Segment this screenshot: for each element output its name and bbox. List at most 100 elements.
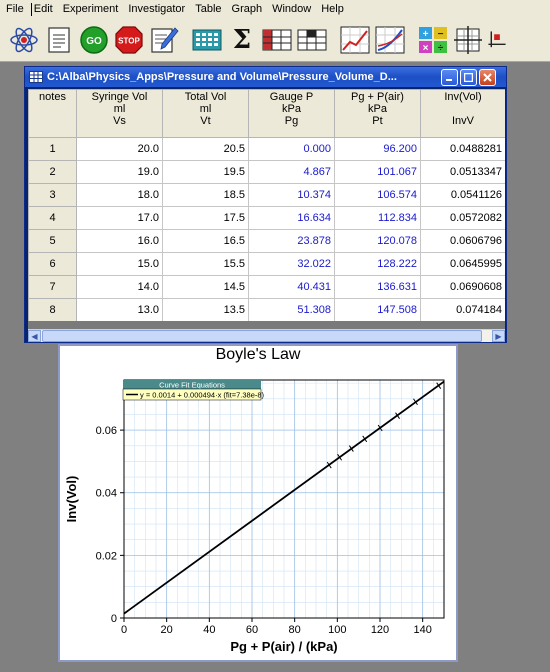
table-columns-icon[interactable] bbox=[261, 24, 293, 56]
cell-gauge-p[interactable]: 0.000 bbox=[248, 137, 335, 161]
cell-syringe-vol[interactable]: 14.0 bbox=[76, 275, 163, 299]
column-header-total-vol[interactable]: Total Vol ml Vt bbox=[162, 89, 249, 138]
line-graph-icon[interactable] bbox=[339, 24, 371, 56]
cell-inv-vol[interactable]: 0.0488281 bbox=[420, 137, 505, 161]
notes-icon[interactable] bbox=[43, 24, 75, 56]
row-number[interactable]: 2 bbox=[28, 160, 77, 184]
menu-help[interactable]: Help bbox=[316, 1, 349, 17]
cell-gauge-p[interactable]: 40.431 bbox=[248, 275, 335, 299]
curve-fit-legend[interactable]: Curve Fit Equations y = 0.0014 + 0.00049… bbox=[122, 380, 265, 401]
graph-window[interactable]: Boyle's Law 0 20 40 60 80 100 120 140 0 0.02 0.04 0… bbox=[58, 344, 458, 662]
column-header-notes[interactable]: notes bbox=[28, 89, 77, 138]
scroll-right-arrow-icon[interactable]: ▶ bbox=[492, 330, 505, 342]
column-header-inv-vol[interactable]: Inv(Vol) InvV bbox=[420, 89, 505, 138]
cell-syringe-vol[interactable]: 16.0 bbox=[76, 229, 163, 253]
cell-total-p[interactable]: 136.631 bbox=[334, 275, 421, 299]
minimize-button[interactable] bbox=[441, 68, 458, 86]
column-name: Inv(Vol) bbox=[444, 91, 482, 103]
axes-icon[interactable] bbox=[487, 24, 507, 56]
scrollbar-thumb[interactable] bbox=[42, 330, 482, 342]
row-number[interactable]: 4 bbox=[28, 206, 77, 230]
column-header-syringe-vol[interactable]: Syringe Vol ml Vs bbox=[76, 89, 163, 138]
svg-text:GO: GO bbox=[86, 36, 102, 47]
close-button[interactable] bbox=[479, 68, 496, 86]
go-button[interactable]: GO bbox=[78, 24, 110, 56]
calculator-grid-icon[interactable]: + − × ÷ bbox=[417, 24, 449, 56]
cell-inv-vol[interactable]: 0.0645995 bbox=[420, 252, 505, 276]
boyles-law-chart[interactable]: 0 20 40 60 80 100 120 140 0 0.02 0.04 0.06 Curve Fi… bbox=[60, 346, 456, 660]
menu-investigator[interactable]: Investigator bbox=[123, 1, 190, 17]
cell-gauge-p[interactable]: 32.022 bbox=[248, 252, 335, 276]
svg-text:×: × bbox=[423, 43, 429, 54]
table-row: 8 13.0 13.5 51.308 147.508 0.074184 bbox=[28, 298, 505, 321]
menu-file[interactable]: File bbox=[4, 1, 29, 17]
cell-syringe-vol[interactable]: 13.0 bbox=[76, 298, 163, 321]
edit-notes-icon[interactable] bbox=[148, 24, 180, 56]
cell-total-p[interactable]: 128.222 bbox=[334, 252, 421, 276]
cell-gauge-p[interactable]: 51.308 bbox=[248, 298, 335, 321]
cell-total-vol[interactable]: 14.5 bbox=[162, 275, 249, 299]
table-row: 3 18.0 18.5 10.374 106.574 0.0541126 bbox=[28, 183, 505, 207]
keypad-icon[interactable] bbox=[191, 24, 223, 56]
cell-total-p[interactable]: 96.200 bbox=[334, 137, 421, 161]
cell-syringe-vol[interactable]: 18.0 bbox=[76, 183, 163, 207]
cell-syringe-vol[interactable]: 20.0 bbox=[76, 137, 163, 161]
scroll-left-arrow-icon[interactable]: ◀ bbox=[28, 330, 41, 342]
row-number[interactable]: 1 bbox=[28, 137, 77, 161]
column-name: notes bbox=[39, 91, 66, 103]
sigma-icon[interactable]: Σ bbox=[226, 24, 258, 56]
horizontal-scrollbar[interactable]: ◀ ▶ bbox=[28, 329, 505, 342]
menu-edit[interactable]: Edit bbox=[34, 1, 58, 17]
column-header-row: notes Syringe Vol ml Vs Total Vol ml Vt Gaug… bbox=[28, 89, 505, 138]
cell-inv-vol[interactable]: 0.0572082 bbox=[420, 206, 505, 230]
menu-window[interactable]: Window bbox=[267, 1, 316, 17]
menu-table[interactable]: Table bbox=[190, 1, 226, 17]
cell-total-vol[interactable]: 17.5 bbox=[162, 206, 249, 230]
x-tick-label: 60 bbox=[246, 624, 258, 636]
add-column-icon[interactable] bbox=[296, 24, 328, 56]
column-header-total-p[interactable]: Pg + P(air) kPa Pt bbox=[334, 89, 421, 138]
cell-gauge-p[interactable]: 16.634 bbox=[248, 206, 335, 230]
cell-inv-vol[interactable]: 0.074184 bbox=[420, 298, 505, 321]
row-number[interactable]: 3 bbox=[28, 183, 77, 207]
column-header-gauge-p[interactable]: Gauge PkPa Pg bbox=[248, 89, 335, 138]
data-grid[interactable]: notes Syringe Vol ml Vs Total Vol ml Vt Gaug… bbox=[28, 89, 505, 321]
x-axis-label: Pg + P(air) / (kPa) bbox=[230, 639, 337, 654]
cell-inv-vol[interactable]: 0.0541126 bbox=[420, 183, 505, 207]
cell-total-vol[interactable]: 16.5 bbox=[162, 229, 249, 253]
curve-graph-icon[interactable] bbox=[374, 24, 406, 56]
cell-total-vol[interactable]: 15.5 bbox=[162, 252, 249, 276]
cell-total-p[interactable]: 106.574 bbox=[334, 183, 421, 207]
cell-inv-vol[interactable]: 0.0690608 bbox=[420, 275, 505, 299]
data-window-titlebar[interactable]: C:\Alba\Physics_Apps\Pressure and Volume… bbox=[25, 67, 506, 87]
cell-syringe-vol[interactable]: 17.0 bbox=[76, 206, 163, 230]
cell-total-vol[interactable]: 18.5 bbox=[162, 183, 249, 207]
stop-button[interactable]: STOP bbox=[113, 24, 145, 56]
crosshair-grid-icon[interactable] bbox=[452, 24, 484, 56]
table-row: 6 15.0 15.5 32.022 128.222 0.0645995 bbox=[28, 252, 505, 276]
menu-graph[interactable]: Graph bbox=[227, 1, 268, 17]
cell-inv-vol[interactable]: 0.0606796 bbox=[420, 229, 505, 253]
cell-syringe-vol[interactable]: 15.0 bbox=[76, 252, 163, 276]
atom-icon[interactable] bbox=[8, 24, 40, 56]
row-number[interactable]: 7 bbox=[28, 275, 77, 299]
maximize-button[interactable] bbox=[460, 68, 477, 86]
cell-gauge-p[interactable]: 23.878 bbox=[248, 229, 335, 253]
row-number[interactable]: 8 bbox=[28, 298, 77, 321]
cell-total-p[interactable]: 101.067 bbox=[334, 160, 421, 184]
cell-total-vol[interactable]: 19.5 bbox=[162, 160, 249, 184]
table-row: 7 14.0 14.5 40.431 136.631 0.0690608 bbox=[28, 275, 505, 299]
column-symbol: Pg bbox=[284, 115, 299, 127]
cell-inv-vol[interactable]: 0.0513347 bbox=[420, 160, 505, 184]
cell-syringe-vol[interactable]: 19.0 bbox=[76, 160, 163, 184]
cell-total-p[interactable]: 120.078 bbox=[334, 229, 421, 253]
cell-gauge-p[interactable]: 10.374 bbox=[248, 183, 335, 207]
cell-total-vol[interactable]: 13.5 bbox=[162, 298, 249, 321]
menu-experiment[interactable]: Experiment bbox=[58, 1, 124, 17]
cell-total-vol[interactable]: 20.5 bbox=[162, 137, 249, 161]
cell-gauge-p[interactable]: 4.867 bbox=[248, 160, 335, 184]
cell-total-p[interactable]: 112.834 bbox=[334, 206, 421, 230]
row-number[interactable]: 6 bbox=[28, 252, 77, 276]
cell-total-p[interactable]: 147.508 bbox=[334, 298, 421, 321]
row-number[interactable]: 5 bbox=[28, 229, 77, 253]
